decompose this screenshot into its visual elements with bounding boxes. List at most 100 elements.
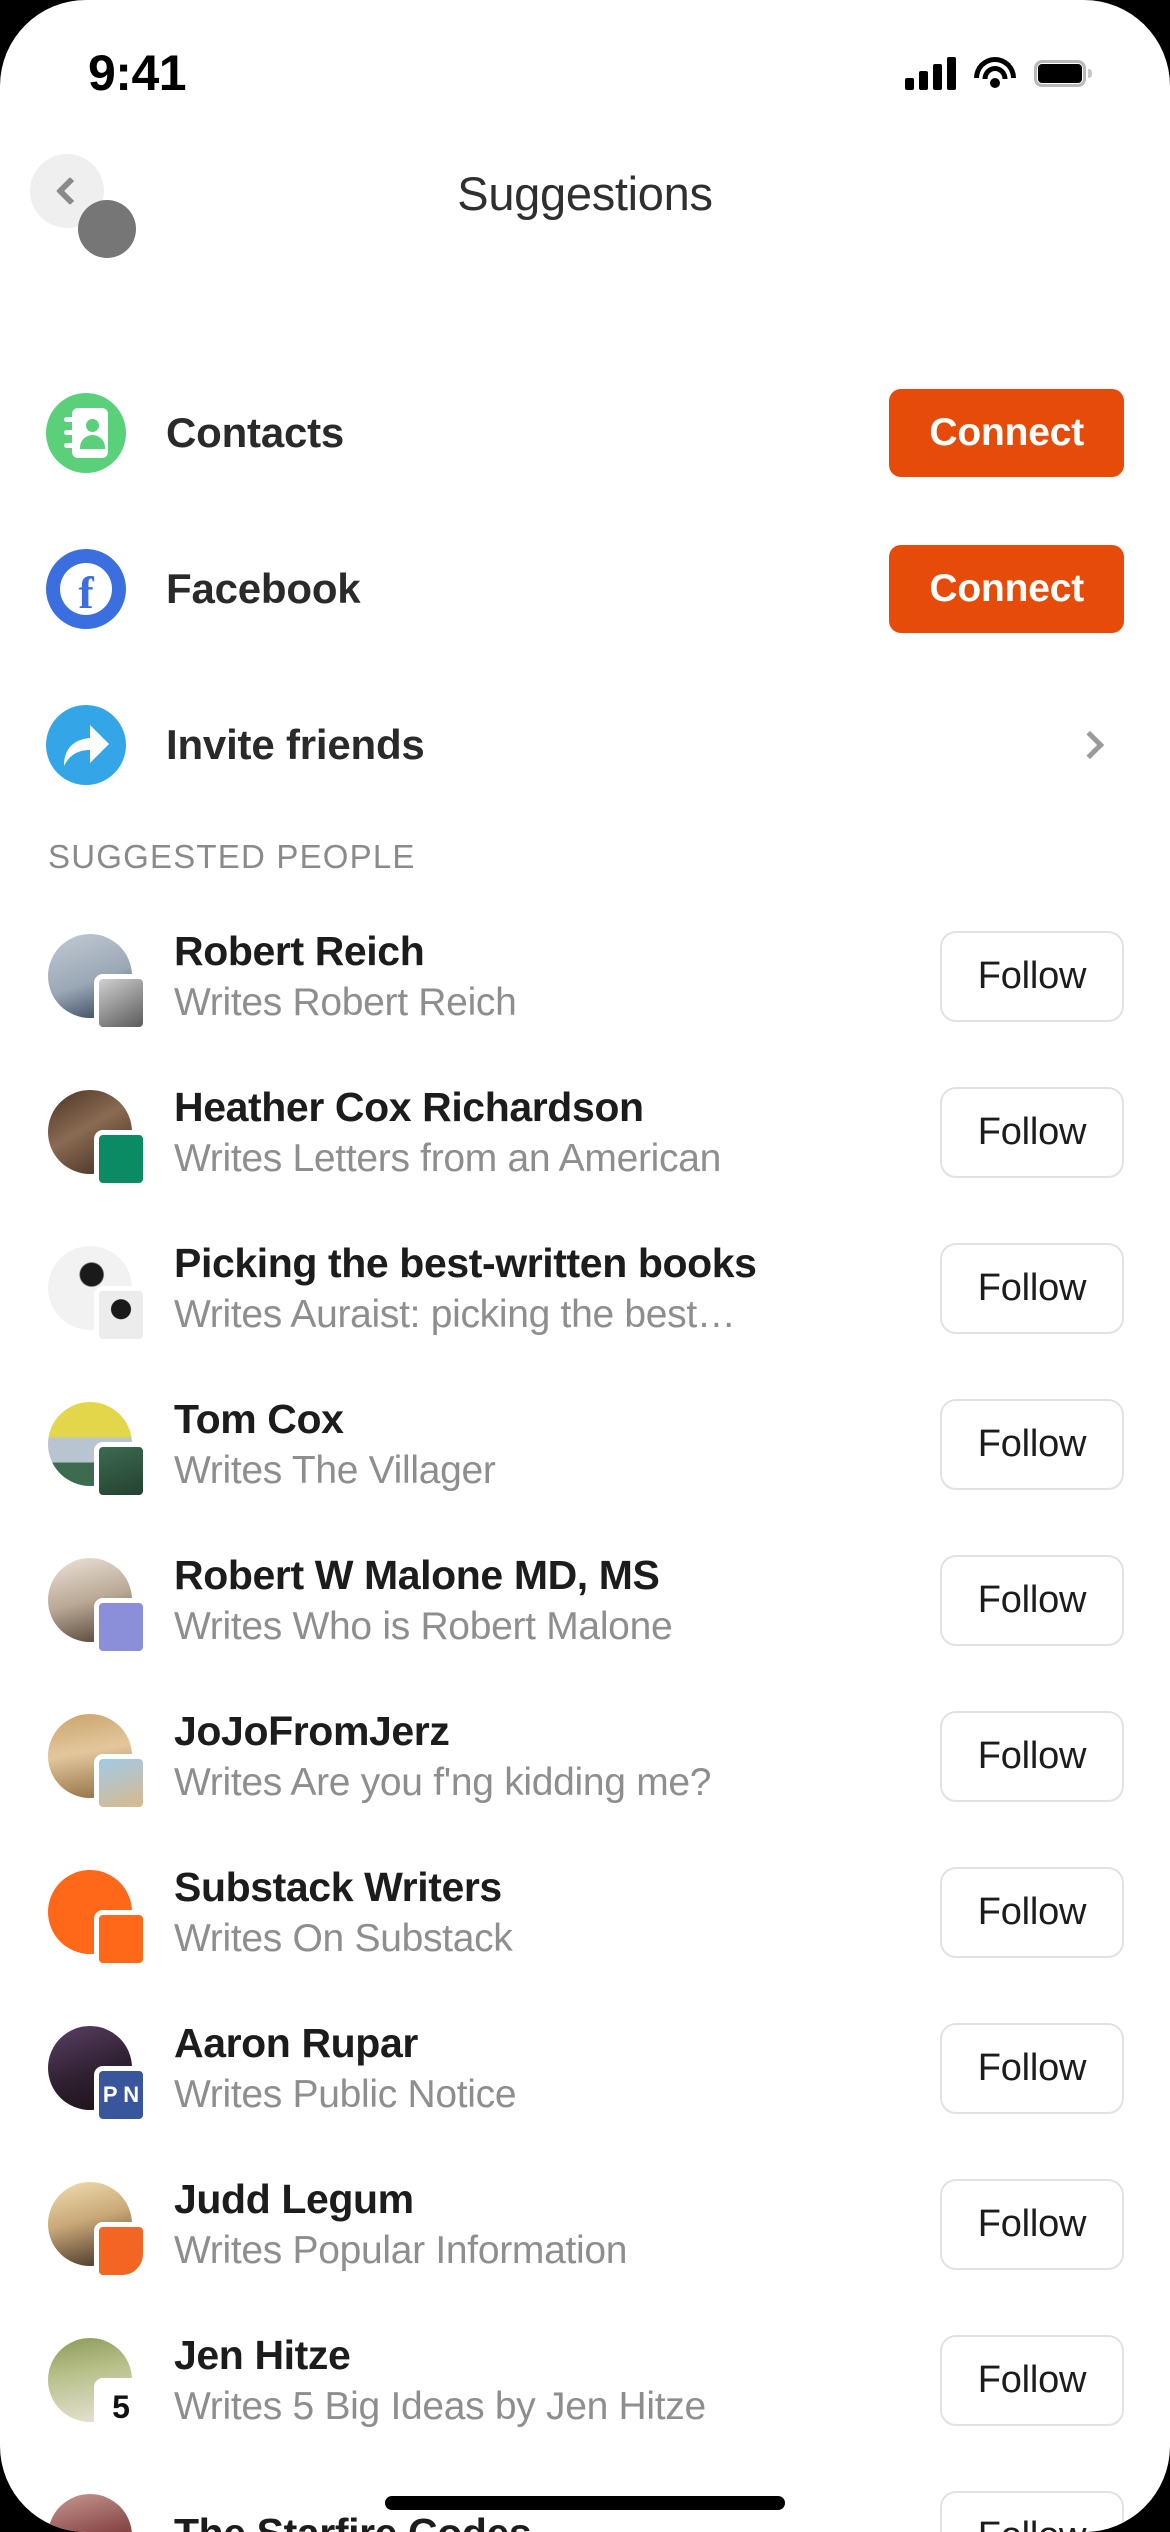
avatar xyxy=(48,2182,148,2280)
follow-button[interactable]: Follow xyxy=(940,2334,1124,2426)
list-item-text: Robert Reich Writes Robert Reich xyxy=(174,928,940,1025)
person-publication: Writes Robert Reich xyxy=(174,980,517,1024)
list-item[interactable]: JoJoFromJerz Writes Are you f'ng kidding… xyxy=(0,1678,1170,1834)
person-name: Substack Writers xyxy=(174,1863,502,1910)
person-name: JoJoFromJerz xyxy=(174,1707,450,1754)
list-item[interactable]: 5 Jen Hitze Writes 5 Big Ideas by Jen Hi… xyxy=(0,2302,1170,2458)
phone-screen: 9:41 Suggestions Contacts Connect f Face… xyxy=(0,0,1170,2532)
list-item-text: JoJoFromJerz Writes Are you f'ng kidding… xyxy=(174,1708,940,1805)
person-name: Heather Cox Richardson xyxy=(174,1083,644,1130)
list-item-text: Heather Cox Richardson Writes Letters fr… xyxy=(174,1084,940,1181)
person-publication: Writes Who is Robert Malone xyxy=(174,1604,673,1648)
contacts-book-icon xyxy=(46,393,126,473)
list-item[interactable]: Judd Legum Writes Popular Information Fo… xyxy=(0,2146,1170,2302)
connect-row-label: Facebook xyxy=(166,565,361,612)
publication-badge xyxy=(94,1910,148,1968)
publication-badge xyxy=(94,1130,148,1188)
connect-row-invite-friends[interactable]: Invite friends xyxy=(0,667,1170,823)
person-name: Jen Hitze xyxy=(174,2331,351,2378)
avatar xyxy=(48,1246,148,1344)
follow-button[interactable]: Follow xyxy=(940,1086,1124,1178)
follow-button[interactable]: Follow xyxy=(940,1398,1124,1490)
publication-badge xyxy=(94,1286,148,1344)
connect-row-facebook[interactable]: f Facebook Connect xyxy=(0,511,1170,667)
person-publication: Writes Public Notice xyxy=(174,2072,517,2116)
list-item-text: The Starfire Codes xyxy=(174,2510,940,2532)
follow-button[interactable]: Follow xyxy=(940,1710,1124,1802)
person-publication: Writes 5 Big Ideas by Jen Hitze xyxy=(174,2384,706,2428)
list-item-text: Jen Hitze Writes 5 Big Ideas by Jen Hitz… xyxy=(174,2332,940,2429)
publication-badge xyxy=(94,1598,148,1656)
publication-badge xyxy=(94,2222,148,2280)
list-item[interactable]: Picking the best-written books Writes Au… xyxy=(0,1210,1170,1366)
person-name: Picking the best-written books xyxy=(174,1239,757,1286)
person-publication: Writes The Villager xyxy=(174,1448,496,1492)
avatar xyxy=(48,1558,148,1656)
list-item[interactable]: Tom Cox Writes The Villager Follow xyxy=(0,1366,1170,1522)
person-name: Robert W Malone MD, MS xyxy=(174,1551,660,1598)
avatar xyxy=(48,1090,148,1188)
list-item[interactable]: P N Aaron Rupar Writes Public Notice Fol… xyxy=(0,1990,1170,2146)
avatar xyxy=(48,2494,132,2532)
connect-button-facebook[interactable]: Connect xyxy=(889,545,1124,633)
list-item-text: Substack Writers Writes On Substack xyxy=(174,1864,940,1961)
follow-button[interactable]: Follow xyxy=(940,1554,1124,1646)
list-item[interactable]: Heather Cox Richardson Writes Letters fr… xyxy=(0,1054,1170,1210)
publication-badge xyxy=(94,1754,148,1812)
navigation-bar: Suggestions xyxy=(0,148,1170,258)
avatar xyxy=(48,934,148,1032)
list-item[interactable]: Substack Writers Writes On Substack Foll… xyxy=(0,1834,1170,1990)
publication-badge: P N xyxy=(94,2066,148,2124)
list-item-text: Tom Cox Writes The Villager xyxy=(174,1396,940,1493)
status-bar-icons xyxy=(905,56,1092,90)
person-name: Judd Legum xyxy=(174,2175,414,2222)
person-publication: Writes Popular Information xyxy=(174,2228,628,2272)
person-name: Tom Cox xyxy=(174,1395,344,1442)
list-item[interactable]: Robert W Malone MD, MS Writes Who is Rob… xyxy=(0,1522,1170,1678)
chevron-right-icon[interactable] xyxy=(1075,730,1105,760)
status-bar-time: 9:41 xyxy=(88,45,187,101)
publication-badge xyxy=(94,1442,148,1500)
list-item-text: Picking the best-written books Writes Au… xyxy=(174,1240,940,1337)
connect-row-label: Invite friends xyxy=(166,721,425,768)
wifi-icon xyxy=(974,57,1016,89)
connect-row-label: Contacts xyxy=(166,409,345,456)
person-publication: Writes Are you f'ng kidding me? xyxy=(174,1760,712,1804)
person-publication: Writes Letters from an American xyxy=(174,1136,722,1180)
connect-button-contacts[interactable]: Connect xyxy=(889,389,1124,477)
battery-icon xyxy=(1034,59,1092,87)
avatar xyxy=(48,1402,148,1500)
follow-button[interactable]: Follow xyxy=(940,2490,1124,2532)
share-arrow-icon xyxy=(46,705,126,785)
page-title: Suggestions xyxy=(457,167,713,220)
list-item-text: Robert W Malone MD, MS Writes Who is Rob… xyxy=(174,1552,940,1649)
follow-button[interactable]: Follow xyxy=(940,1242,1124,1334)
list-item[interactable]: The Starfire Codes Follow xyxy=(0,2458,1170,2532)
follow-button[interactable]: Follow xyxy=(940,1866,1124,1958)
avatar xyxy=(48,1714,148,1812)
status-bar: 9:41 xyxy=(0,0,1170,132)
list-item-text: Judd Legum Writes Popular Information xyxy=(174,2176,940,2273)
share-arrow-glyph xyxy=(64,725,109,766)
follow-button[interactable]: Follow xyxy=(940,2022,1124,2114)
publication-badge xyxy=(94,974,148,1032)
list-item[interactable]: Robert Reich Writes Robert Reich Follow xyxy=(0,898,1170,1054)
home-indicator xyxy=(385,2496,785,2510)
connect-row-contacts[interactable]: Contacts Connect xyxy=(0,355,1170,511)
person-name: Aaron Rupar xyxy=(174,2019,418,2066)
avatar xyxy=(48,1870,148,1968)
follow-button[interactable]: Follow xyxy=(940,930,1124,1022)
follow-button[interactable]: Follow xyxy=(940,2178,1124,2270)
section-header-suggested-people: SUGGESTED PEOPLE xyxy=(48,838,416,875)
facebook-icon: f xyxy=(46,549,126,629)
avatar: P N xyxy=(48,2026,148,2124)
list-item-text: Aaron Rupar Writes Public Notice xyxy=(174,2020,940,2117)
connect-options-list: Contacts Connect f Facebook Connect Invi… xyxy=(0,355,1170,823)
cellular-signal-icon xyxy=(905,56,956,90)
person-publication: Writes Auraist: picking the best… xyxy=(174,1292,736,1336)
person-name: Robert Reich xyxy=(174,927,425,974)
publication-badge: 5 xyxy=(94,2378,148,2436)
suggested-people-list: Robert Reich Writes Robert Reich Follow … xyxy=(0,898,1170,2532)
person-publication: Writes On Substack xyxy=(174,1916,513,1960)
person-name: The Starfire Codes xyxy=(174,2510,940,2532)
